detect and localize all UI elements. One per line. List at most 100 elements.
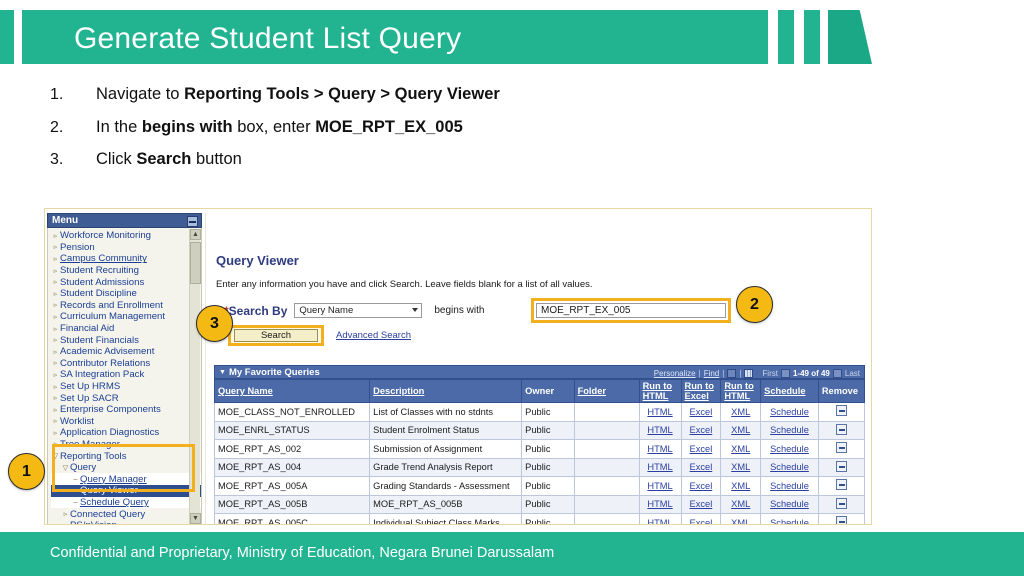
cell-schedule[interactable]: Schedule [760,420,819,440]
cell-run-to-excel-link[interactable]: Excel [690,499,713,509]
search-button[interactable]: Search [234,329,318,342]
download-icon[interactable] [727,368,737,378]
column-header-schedule[interactable]: Schedule [760,379,819,403]
scrollbar-thumb[interactable] [190,242,201,284]
cell-schedule-link[interactable]: Schedule [770,407,809,417]
sidebar-item-student-recruiting[interactable]: ▹ Student Recruiting [51,265,201,277]
next-arrow-icon[interactable] [832,368,842,378]
cell-run-to-html-link[interactable]: HTML [647,444,672,454]
cell-run-to-xml[interactable]: XML [720,476,762,496]
column-header-description[interactable]: Description [369,379,523,403]
remove-button[interactable] [835,497,847,509]
sidebar-item-query-manager[interactable]: – Query Manager [51,473,201,486]
cell-run-to-html-link[interactable]: HTML [647,462,672,472]
cell-run-to-excel-link[interactable]: Excel [690,462,713,472]
first-page-label[interactable]: First [762,369,778,378]
search-by-select[interactable]: Query Name [294,303,423,318]
cell-run-to-html[interactable]: HTML [638,494,682,514]
column-header-run-to-xml[interactable]: Run to HTML [720,379,762,403]
triangle-down-icon[interactable]: ▼ [219,369,226,376]
cell-run-to-xml[interactable]: XML [720,420,762,440]
cell-run-to-excel-link[interactable]: Excel [690,481,713,491]
remove-button[interactable] [835,423,847,435]
cell-schedule[interactable]: Schedule [760,402,819,422]
cell-run-to-xml[interactable]: XML [720,494,762,514]
cell-schedule[interactable]: Schedule [760,494,819,514]
cell-run-to-xml-link[interactable]: XML [731,499,750,509]
cell-schedule[interactable]: Schedule [760,513,819,524]
cell-run-to-excel-link[interactable]: Excel [690,407,713,417]
query-name-input[interactable]: MOE_RPT_EX_005 [536,303,726,318]
minimize-icon[interactable] [187,216,198,227]
cell-run-to-html-link[interactable]: HTML [647,407,672,417]
cell-schedule-link[interactable]: Schedule [770,462,809,472]
cell-run-to-excel-link[interactable]: Excel [690,425,713,435]
cell-run-to-html-link[interactable]: HTML [647,499,672,509]
cell-run-to-html[interactable]: HTML [638,457,682,477]
column-header-run-to-html[interactable]: Run to HTML [638,379,682,403]
sidebar-item-academic-advisement[interactable]: ▹ Academic Advisement [51,346,201,358]
sidebar-item-financial-aid[interactable]: ▹ Financial Aid [51,323,201,335]
cell-schedule-link[interactable]: Schedule [770,499,809,509]
cell-run-to-xml-link[interactable]: XML [731,407,750,417]
cell-run-to-excel-link[interactable]: Excel [690,518,713,524]
sidebar-item-schedule-query[interactable]: – Schedule Query [51,496,201,509]
sidebar-item-application-diagnostics[interactable]: ▹ Application Diagnostics [51,427,201,439]
scroll-down-icon[interactable]: ▼ [190,513,201,524]
sidebar-item-worklist[interactable]: ▹ Worklist [51,416,201,428]
cell-schedule-link[interactable]: Schedule [770,444,809,454]
cell-run-to-xml-link[interactable]: XML [731,444,750,454]
cell-run-to-html-link[interactable]: HTML [647,518,672,524]
cell-schedule[interactable]: Schedule [760,439,819,459]
column-header-query-name[interactable]: Query Name [213,379,371,403]
remove-button[interactable] [835,442,847,454]
sidebar-item-records-and-enrollment[interactable]: ▹ Records and Enrollment [51,300,201,312]
sidebar-item-student-financials[interactable]: ▹ Student Financials [51,334,201,346]
find-link[interactable]: Find [704,369,720,378]
sidebar-item-sa-integration-pack[interactable]: ▹ SA Integration Pack [51,369,201,381]
cell-run-to-xml[interactable]: XML [720,457,762,477]
sidebar-item-query[interactable]: ▽ Query [51,462,201,474]
cell-schedule[interactable]: Schedule [760,476,819,496]
cell-run-to-xml[interactable]: XML [720,402,762,422]
cell-run-to-html[interactable]: HTML [638,439,682,459]
sidebar-item-tree-manager[interactable]: ▹ Tree Manager [51,439,201,451]
sidebar-item-set-up-hrms[interactable]: ▹ Set Up HRMS [51,381,201,393]
scroll-up-icon[interactable]: ▲ [190,229,201,240]
cell-run-to-xml-link[interactable]: XML [731,462,750,472]
cell-run-to-html-link[interactable]: HTML [647,481,672,491]
cell-run-to-excel[interactable]: Excel [680,513,722,524]
cell-run-to-html[interactable]: HTML [638,420,682,440]
cell-run-to-html-link[interactable]: HTML [647,425,672,435]
sidebar-item-enterprise-components[interactable]: ▹ Enterprise Components [51,404,201,416]
cell-run-to-xml[interactable]: XML [720,439,762,459]
grid-icon[interactable] [744,368,754,378]
cell-schedule-link[interactable]: Schedule [770,518,809,524]
cell-run-to-excel-link[interactable]: Excel [690,444,713,454]
menu-scrollbar[interactable]: ▲ ▼ [189,229,201,524]
cell-schedule-link[interactable]: Schedule [770,425,809,435]
sidebar-item-connected-query[interactable]: ▹ Connected Query [51,508,201,520]
cell-run-to-excel[interactable]: Excel [680,439,722,459]
cell-run-to-html[interactable]: HTML [638,513,682,524]
cell-run-to-xml-link[interactable]: XML [731,425,750,435]
personalize-link[interactable]: Personalize [654,369,696,378]
sidebar-item-workforce-monitoring[interactable]: ▹ Workforce Monitoring [51,230,201,242]
cell-run-to-html[interactable]: HTML [638,476,682,496]
sidebar-item-query-viewer[interactable]: – Query Viewer [51,485,201,497]
sidebar-item-campus-community[interactable]: ▹ Campus Community [51,253,201,265]
cell-run-to-xml[interactable]: XML [720,513,762,524]
sidebar-item-set-up-sacr[interactable]: ▹ Set Up SACR [51,392,201,404]
column-header-folder[interactable]: Folder [573,379,640,403]
sidebar-item-student-discipline[interactable]: ▹ Student Discipline [51,288,201,300]
prev-arrow-icon[interactable] [780,368,790,378]
cell-run-to-excel[interactable]: Excel [680,402,722,422]
column-header-run-to-excel[interactable]: Run to Excel [680,379,722,403]
cell-run-to-excel[interactable]: Excel [680,457,722,477]
sidebar-item-student-admissions[interactable]: ▹ Student Admissions [51,276,201,288]
cell-run-to-html[interactable]: HTML [638,402,682,422]
sidebar-item-reporting-tools[interactable]: ▽ Reporting Tools [51,450,201,462]
sidebar-item-pension[interactable]: ▹ Pension [51,242,201,254]
sidebar-item-ps-nvision[interactable]: ▹PS/nVision [51,520,201,524]
cell-run-to-excel[interactable]: Excel [680,494,722,514]
